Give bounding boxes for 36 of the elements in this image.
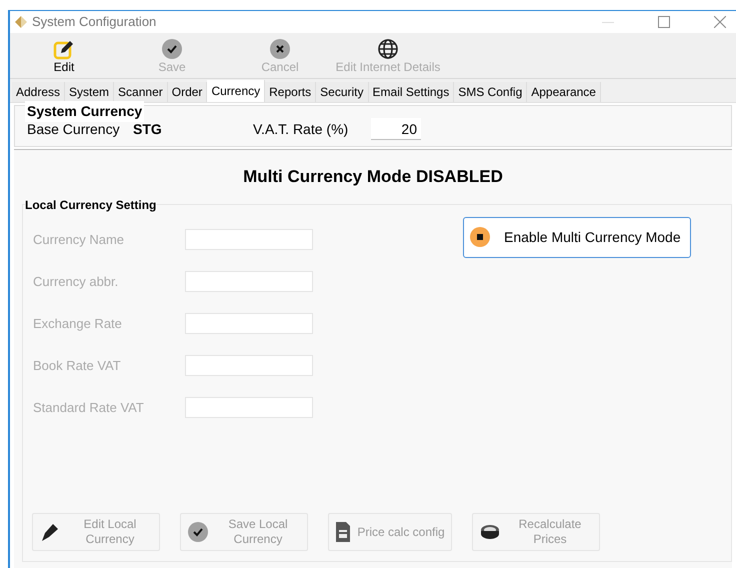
document-icon — [335, 521, 351, 543]
tab[interactable]: Email Settings — [368, 82, 454, 102]
enable-mode-button[interactable]: Enable Multi Currency Mode — [463, 216, 691, 258]
field-label: Standard Rate VAT — [33, 398, 145, 417]
tab[interactable]: Address — [12, 82, 66, 102]
tab[interactable]: Appearance — [527, 82, 601, 102]
close-icon[interactable] — [714, 16, 726, 28]
tab[interactable]: Security — [316, 82, 369, 102]
input-field[interactable]: 20 — [371, 118, 421, 140]
pen-icon — [39, 521, 61, 543]
group-title: System Currency — [25, 101, 144, 122]
globe-icon — [377, 38, 399, 60]
app-logo-icon — [14, 15, 28, 29]
check-circle-icon — [161, 38, 183, 60]
field-label: Exchange Rate — [33, 314, 123, 333]
tab[interactable]: SMS Config — [454, 82, 528, 102]
tab[interactable]: Scanner — [114, 82, 168, 102]
check-circle-icon — [187, 521, 209, 543]
field-label: Currency Name — [33, 230, 126, 249]
field-label: V.A.T. Rate (%) — [253, 120, 350, 139]
record-icon — [470, 227, 490, 247]
tab[interactable]: Order — [168, 82, 208, 102]
tab[interactable]: System — [65, 82, 114, 102]
tab[interactable]: Reports — [265, 82, 316, 102]
coin-icon — [479, 523, 501, 541]
mode-heading: Multi Currency Mode DISABLED — [242, 166, 504, 188]
field-value: STG — [133, 120, 163, 139]
maximize-icon[interactable] — [658, 16, 670, 28]
field-label: Book Rate VAT — [33, 356, 122, 375]
tab[interactable]: Currency — [207, 80, 266, 102]
pencil-icon — [53, 38, 75, 60]
toolbar-button[interactable]: Edit — [10, 38, 118, 74]
window-title: System Configuration — [32, 13, 156, 32]
field-label: Currency abbr. — [33, 272, 120, 291]
field-label: Base Currency — [27, 120, 121, 139]
close-circle-icon — [269, 38, 291, 60]
